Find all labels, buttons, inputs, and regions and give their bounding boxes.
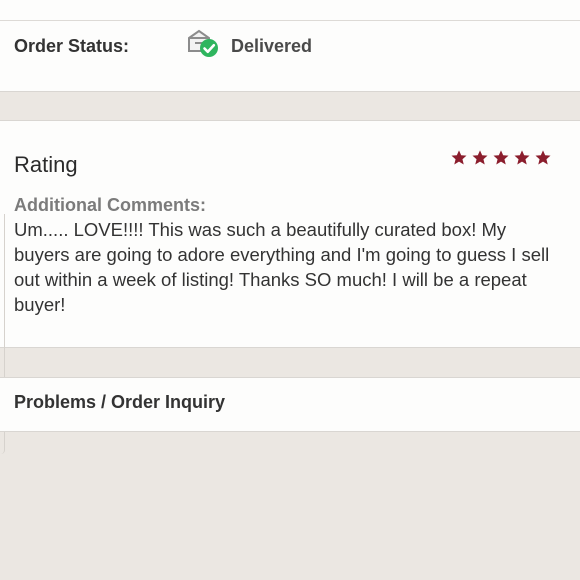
rating-card: Rating Additional Comments: Um..... LOVE… xyxy=(0,120,580,348)
comments-text: Um..... LOVE!!!! This was such a beautif… xyxy=(14,219,550,315)
problems-order-inquiry-label: Problems / Order Inquiry xyxy=(14,392,226,412)
comments-label: Additional Comments: xyxy=(14,195,206,215)
star-icon xyxy=(451,150,467,165)
star-icon xyxy=(493,150,509,165)
order-status-card: Order Status: Delivered xyxy=(0,0,580,92)
problems-order-inquiry-card[interactable]: Problems / Order Inquiry xyxy=(0,377,580,432)
star-icon xyxy=(514,150,530,165)
order-status-label: Order Status: xyxy=(14,36,130,56)
rating-title: Rating xyxy=(14,152,78,177)
rating-stars xyxy=(450,149,552,167)
star-icon xyxy=(535,150,551,165)
order-status-value: Delivered xyxy=(231,36,313,56)
package-delivered-icon xyxy=(186,28,220,58)
order-status-row: Order Status: Delivered xyxy=(0,21,580,81)
star-icon xyxy=(472,150,488,165)
